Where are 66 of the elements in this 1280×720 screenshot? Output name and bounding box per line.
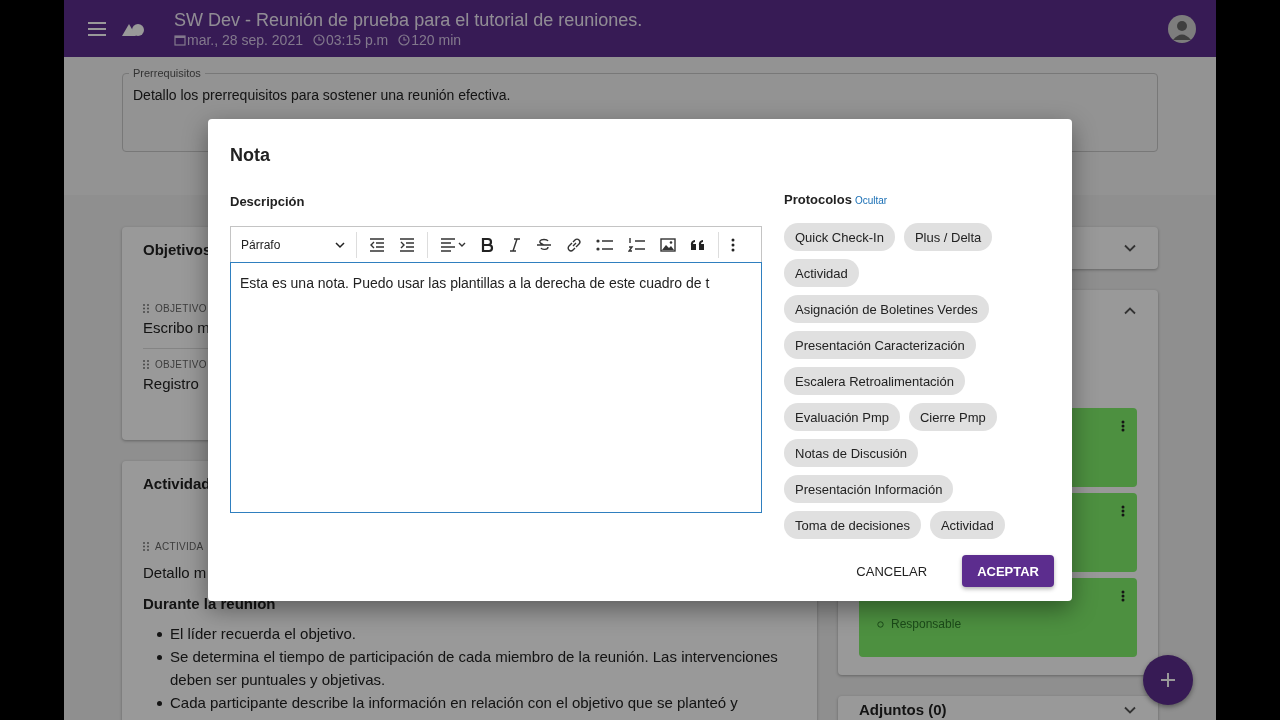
kebab-icon[interactable]	[1121, 590, 1125, 602]
add-button[interactable]	[1143, 655, 1193, 705]
card-title: Adjuntos (0)	[859, 701, 947, 718]
protocol-chip[interactable]: Evaluación Pmp	[784, 403, 900, 431]
italic-icon[interactable]	[508, 236, 522, 253]
meeting-title: SW Dev - Reunión de prueba para el tutorial de reuniones.	[174, 9, 644, 31]
indent-icon[interactable]	[399, 236, 415, 253]
drag-handle-icon[interactable]	[143, 360, 149, 369]
item-tag: ACTIVIDA	[155, 541, 204, 552]
item-text: Detallo m	[143, 564, 208, 581]
meeting-time: 03:15 p.m	[325, 32, 389, 48]
editor-field[interactable]: Esta es una nota. Puedo usar las plantillas a la derecha de este cuadro de t	[230, 262, 762, 513]
avatar-icon[interactable]	[1168, 14, 1196, 43]
menu-icon[interactable]	[88, 21, 106, 36]
bold-icon[interactable]	[480, 236, 494, 253]
card-title: Objetivos	[143, 241, 212, 258]
field-label: Prerrequisitos	[132, 67, 202, 79]
item-tag: OBJETIVO	[155, 303, 207, 314]
protocol-chip[interactable]: Quick Check-In	[784, 223, 895, 251]
protocol-chip[interactable]: Asignación de Boletines Verdes	[784, 295, 989, 323]
list-item: Cada participante describe la información en relación con el objetivo que se planteó y	[170, 693, 738, 713]
protocol-chip[interactable]: Escalera Retroalimentación	[784, 367, 965, 395]
outdent-icon[interactable]	[369, 236, 385, 253]
plus-icon	[1160, 672, 1176, 688]
format-dropdown[interactable]: Párrafo	[235, 237, 351, 252]
protocol-chip[interactable]: Actividad	[784, 259, 859, 287]
bullet-icon	[157, 701, 162, 706]
kebab-icon[interactable]	[1121, 505, 1125, 517]
card-title: Actividad	[143, 475, 211, 492]
field-value: Detallo los prerrequisitos para sostener una reunión efectiva.	[133, 87, 512, 103]
item-text: Registro	[143, 375, 200, 392]
clock-icon	[398, 34, 411, 46]
accept-button[interactable]: ACEPTAR	[962, 555, 1054, 587]
kebab-icon[interactable]	[1121, 420, 1125, 432]
image-icon[interactable]	[660, 236, 676, 253]
logo-icon	[122, 21, 146, 36]
item-tag: OBJETIVO	[155, 359, 207, 370]
section-label: Protocolos	[784, 192, 852, 207]
section-heading: Durante la reunión	[143, 595, 277, 612]
circle-icon	[877, 620, 884, 628]
more-icon[interactable]	[731, 236, 735, 253]
protocol-chip[interactable]: Presentación Información	[784, 475, 954, 503]
protocol-chip[interactable]: Cierre Pmp	[908, 403, 997, 431]
hide-link[interactable]: Ocultar	[854, 195, 888, 206]
protocol-chip[interactable]: Toma de decisiones	[784, 511, 921, 539]
bullet-icon	[157, 632, 162, 637]
protocol-chip[interactable]: Plus / Delta	[903, 223, 993, 251]
clock-icon	[312, 34, 325, 46]
caret-icon	[335, 239, 345, 250]
meeting-duration: 120 min	[411, 32, 462, 48]
field-label: Descripción	[230, 194, 305, 209]
strikethrough-icon[interactable]	[536, 236, 552, 253]
align-icon[interactable]	[440, 236, 466, 253]
link-icon[interactable]	[566, 236, 582, 253]
list-item: Se determina el tiempo de participación de cada miembro de la reunión. Las intervenciones deben ser puntuales y objetivas.	[170, 647, 779, 690]
meeting-date: mar., 28 sep. 2021	[187, 32, 303, 48]
drag-handle-icon[interactable]	[143, 304, 149, 313]
protocol-chip[interactable]: Notas de Discusión	[784, 439, 918, 467]
task-note: Responsable	[891, 617, 962, 631]
numbered-list-icon[interactable]	[628, 236, 646, 253]
drag-handle-icon[interactable]	[143, 542, 149, 551]
bullet-icon	[157, 655, 162, 660]
calendar-icon	[174, 34, 186, 46]
protocol-chip[interactable]: Presentación Caracterización	[784, 331, 976, 359]
protocol-chip[interactable]: Actividad	[929, 511, 1005, 539]
list-item: El líder recuerda el objetivo.	[170, 624, 356, 644]
